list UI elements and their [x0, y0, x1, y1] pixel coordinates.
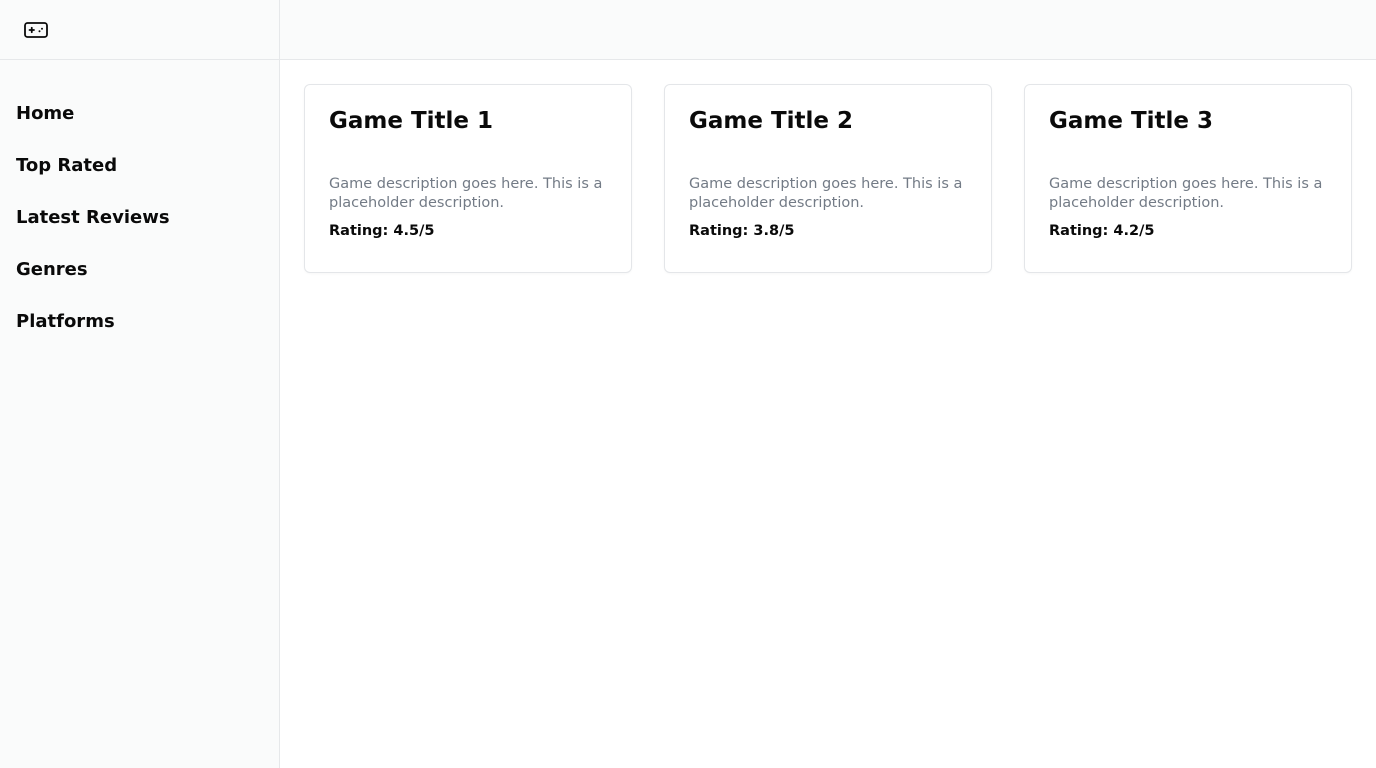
game-description: Game description goes here. This is a pl…	[689, 176, 963, 211]
sidebar-item-top-rated[interactable]: Top Rated	[16, 152, 279, 204]
game-description: Game description goes here. This is a pl…	[329, 176, 603, 211]
game-description: Game description goes here. This is a pl…	[1049, 176, 1323, 211]
sidebar-item-platforms[interactable]: Platforms	[16, 308, 279, 360]
sidebar-nav: Home Top Rated Latest Reviews Genres Pla…	[0, 60, 279, 360]
game-rating: Rating: 4.5/5	[329, 223, 435, 239]
game-title: Game Title 2	[689, 108, 854, 134]
gamepad-icon[interactable]	[24, 21, 48, 39]
game-rating: Rating: 3.8/5	[689, 223, 795, 239]
game-card[interactable]: Game Title 3 Game description goes here.…	[1024, 84, 1352, 273]
app-root: Home Top Rated Latest Reviews Genres Pla…	[0, 0, 1376, 768]
sidebar-item-home[interactable]: Home	[16, 100, 279, 152]
top-bar	[280, 0, 1376, 60]
game-title: Game Title 1	[329, 108, 494, 134]
sidebar: Home Top Rated Latest Reviews Genres Pla…	[0, 0, 280, 768]
game-title: Game Title 3	[1049, 108, 1214, 134]
sidebar-item-genres[interactable]: Genres	[16, 256, 279, 308]
main-area: Game Title 1 Game description goes here.…	[280, 0, 1376, 768]
game-rating: Rating: 4.2/5	[1049, 223, 1155, 239]
game-card[interactable]: Game Title 2 Game description goes here.…	[664, 84, 992, 273]
sidebar-header	[0, 0, 279, 60]
game-card[interactable]: Game Title 1 Game description goes here.…	[304, 84, 632, 273]
sidebar-item-latest-reviews[interactable]: Latest Reviews	[16, 204, 279, 256]
game-card-grid: Game Title 1 Game description goes here.…	[280, 60, 1376, 297]
